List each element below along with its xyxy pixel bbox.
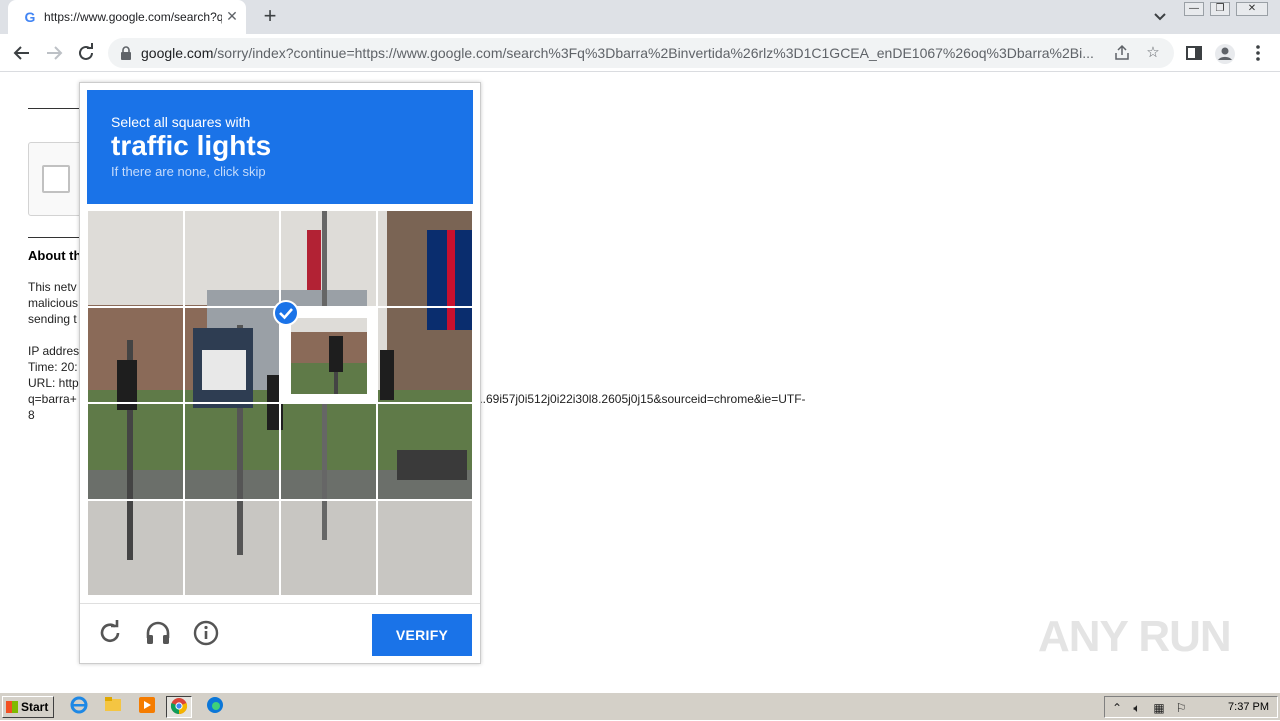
grid-tile[interactable] (376, 306, 473, 403)
divider (28, 237, 80, 238)
instruction-text: Select all squares with (111, 114, 251, 130)
restore-button[interactable]: ❐ (1210, 2, 1230, 16)
reload-challenge-icon[interactable] (95, 618, 125, 648)
grid-tile[interactable] (183, 210, 280, 307)
lock-icon[interactable] (120, 46, 132, 60)
start-label: Start (21, 700, 49, 714)
windows-flag-icon (6, 701, 18, 713)
body-line: q=barra+ (28, 392, 77, 406)
volume-icon[interactable]: 🔈︎ (1129, 700, 1145, 716)
internet-explorer-icon[interactable] (66, 696, 92, 718)
grid-tile[interactable] (376, 210, 473, 307)
network-icon[interactable]: ▦ (1151, 700, 1167, 716)
profile-avatar-icon[interactable] (1214, 43, 1235, 64)
grid-tile[interactable] (87, 210, 184, 307)
grid-tile[interactable] (183, 403, 280, 500)
audio-headphones-icon[interactable] (143, 618, 173, 648)
verify-button[interactable]: VERIFY (372, 614, 472, 656)
close-window-button[interactable]: ✕ (1236, 2, 1268, 16)
selected-tile-image (291, 317, 367, 394)
grid-tile[interactable] (376, 499, 473, 596)
grid-tile[interactable] (183, 499, 280, 596)
body-line: Time: 20: (28, 360, 78, 374)
target-object-text: traffic lights (111, 130, 272, 161)
reload-icon[interactable] (74, 41, 98, 65)
bookmark-star-icon[interactable]: ☆ (1144, 44, 1162, 62)
windows-taskbar: Start ⌃ 🔈︎ ▦ ⚐ 7:37 PM (0, 692, 1280, 720)
body-line: URL: http (28, 376, 79, 390)
menu-kebab-icon[interactable] (1248, 43, 1268, 63)
explorer-folder-icon[interactable] (100, 696, 126, 718)
body-line: IP addres (28, 344, 80, 358)
media-player-icon[interactable] (134, 696, 160, 718)
taskbar-clock[interactable]: 7:37 PM (1228, 701, 1269, 713)
body-line: sending t (28, 312, 77, 326)
recaptcha-challenge: Select all squares with traffic lights I… (79, 82, 481, 664)
action-center-flag-icon[interactable]: ⚐ (1173, 700, 1189, 716)
about-heading: About th (28, 248, 82, 263)
body-line: malicious (28, 296, 79, 310)
address-bar[interactable]: google.com/sorry/index?continue=https://… (108, 38, 1174, 68)
tab-search-icon[interactable] (1150, 8, 1170, 26)
start-button[interactable]: Start (2, 696, 54, 718)
challenge-footer: VERIFY (80, 603, 480, 663)
body-line: 8 (28, 408, 35, 422)
tab-strip: G https://www.google.com/search?q= ✕ + —… (0, 0, 1280, 34)
browser-toolbar: google.com/sorry/index?continue=https://… (0, 34, 1280, 72)
divider (28, 108, 80, 109)
grid-tile[interactable] (280, 403, 377, 500)
challenge-header: Select all squares with traffic lights I… (87, 90, 473, 204)
url-path: /sorry/index?continue=https://www.google… (213, 45, 1094, 61)
recaptcha-checkbox[interactable] (42, 165, 70, 193)
side-panel-icon[interactable] (1184, 43, 1204, 63)
tray-expand-icon[interactable]: ⌃ (1109, 700, 1125, 716)
browser-tab[interactable]: G https://www.google.com/search?q= ✕ (8, 0, 246, 34)
grid-tile[interactable] (87, 306, 184, 403)
grid-tile[interactable] (87, 499, 184, 596)
selected-check-icon (273, 299, 299, 326)
info-icon[interactable] (191, 618, 221, 648)
image-grid (87, 210, 473, 596)
new-tab-button[interactable]: + (258, 5, 282, 29)
system-tray: ⌃ 🔈︎ ▦ ⚐ 7:37 PM (1104, 696, 1278, 718)
grid-tile[interactable] (280, 499, 377, 596)
edge-icon[interactable] (202, 696, 228, 718)
url-text: google.com/sorry/index?continue=https://… (141, 45, 1107, 61)
grid-tile[interactable] (183, 306, 280, 403)
google-favicon-icon: G (24, 9, 36, 25)
body-line: This netv (28, 280, 77, 294)
minimize-button[interactable]: — (1184, 2, 1204, 16)
grid-tile[interactable] (87, 403, 184, 500)
back-arrow-icon[interactable] (10, 41, 34, 65)
anyrun-watermark: ANY RUN (1038, 612, 1232, 661)
tab-title: https://www.google.com/search?q= (44, 10, 222, 24)
tab-close-icon[interactable]: ✕ (224, 8, 240, 24)
grid-tile-selected[interactable] (273, 299, 377, 403)
forward-arrow-icon[interactable] (42, 41, 66, 65)
share-icon[interactable] (1113, 44, 1131, 62)
hint-text: If there are none, click skip (111, 164, 266, 179)
url-host: google.com (141, 45, 214, 61)
grid-tile[interactable] (280, 210, 377, 307)
grid-tile[interactable] (376, 403, 473, 500)
url-tail-text: ...69i57j0i512j0i22i30l8.2605j0j15&sourc… (476, 392, 806, 406)
chrome-icon[interactable] (166, 696, 192, 718)
